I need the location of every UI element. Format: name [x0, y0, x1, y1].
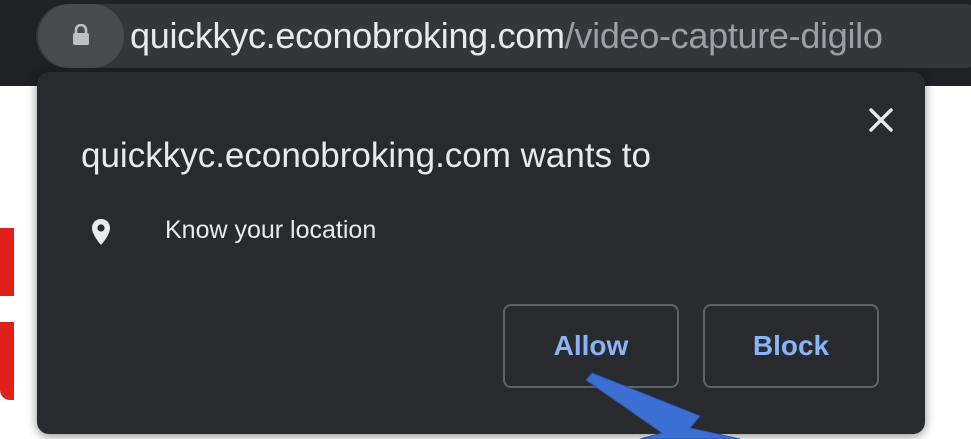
page-red-fragment — [0, 322, 14, 400]
permission-popup: quickkyc.econobroking.com wants to Know … — [37, 72, 925, 434]
permission-text: Know your location — [165, 216, 377, 244]
location-pin-icon — [92, 219, 110, 245]
url-host: quickkyc.econobroking.com — [130, 15, 565, 56]
block-button[interactable]: Block — [703, 304, 879, 388]
page-red-fragment — [0, 228, 14, 296]
close-icon — [869, 108, 893, 132]
screenshot-stage: quickkyc.econobroking.com/video-capture-… — [0, 0, 971, 439]
url-path: /video-capture-digilo — [564, 15, 883, 56]
lock-icon — [73, 24, 89, 45]
allow-button[interactable]: Allow — [503, 304, 679, 388]
popup-title: quickkyc.econobroking.com wants to — [81, 136, 651, 175]
close-button[interactable] — [857, 96, 905, 144]
address-url[interactable]: quickkyc.econobroking.com/video-capture-… — [130, 12, 883, 60]
